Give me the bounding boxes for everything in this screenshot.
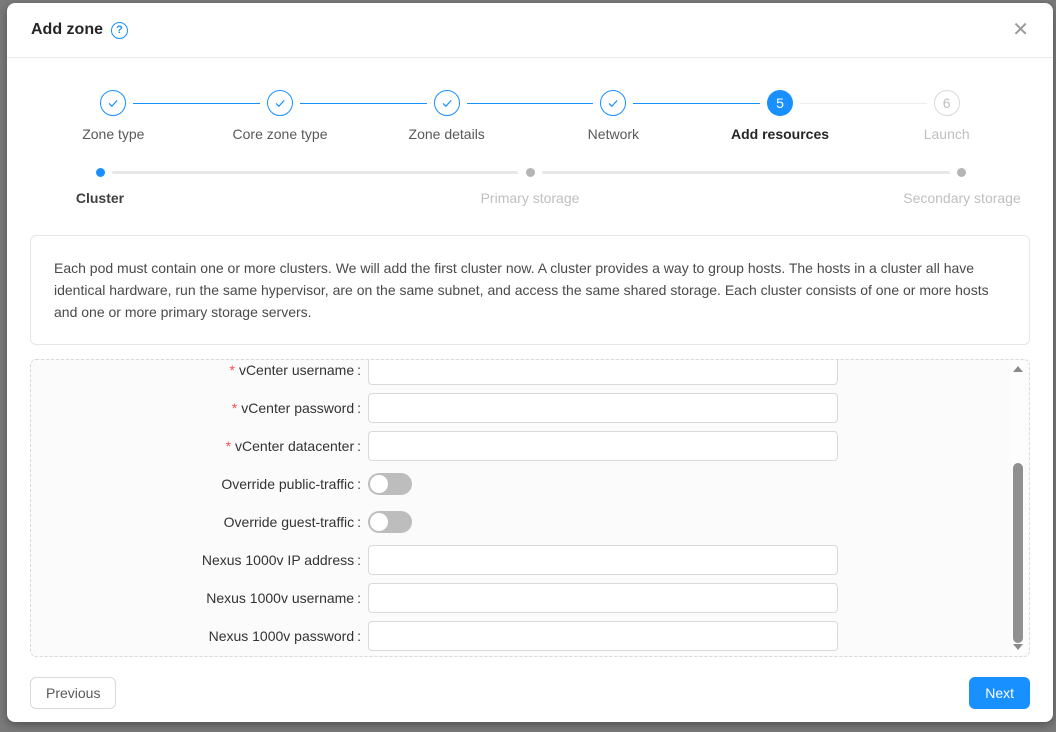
nexus-ip-address-input[interactable] xyxy=(368,545,838,575)
step-label: Add resources xyxy=(697,126,864,142)
add-zone-dialog: Add zone ? ✕ Zone type Core zone type xyxy=(7,3,1053,722)
form-row-nexus-username: Nexus 1000v username: xyxy=(31,583,1029,613)
cluster-info-text: Each pod must contain one or more cluste… xyxy=(54,260,989,320)
wizard-steps: Zone type Core zone type Zone details Ne… xyxy=(30,90,1030,142)
field-label: Nexus 1000v username: xyxy=(31,590,361,606)
nexus-password-input[interactable] xyxy=(368,621,838,651)
step-network[interactable]: Network xyxy=(530,90,697,142)
field-label: *vCenter datacenter: xyxy=(31,438,361,454)
field-label: Override guest-traffic: xyxy=(31,514,361,530)
step-launch[interactable]: 6 Launch xyxy=(863,90,1030,142)
dialog-footer: Previous Next xyxy=(30,677,1030,709)
required-marker: * xyxy=(226,438,231,454)
substep-connector xyxy=(112,171,518,174)
next-button[interactable]: Next xyxy=(969,677,1030,709)
field-label: *vCenter username: xyxy=(31,362,361,378)
step-number: 6 xyxy=(934,90,960,116)
step-label: Zone type xyxy=(30,126,197,142)
field-label: Nexus 1000v password: xyxy=(31,628,361,644)
form-row-nexus-password: Nexus 1000v password: xyxy=(31,621,1029,651)
form-row-vcenter-datacenter: *vCenter datacenter: xyxy=(31,431,1029,461)
check-icon xyxy=(100,90,126,116)
toggle-knob xyxy=(370,513,388,531)
field-label: *vCenter password: xyxy=(31,400,361,416)
resource-substeps: Cluster Primary storage Secondary storag… xyxy=(30,168,1030,210)
field-label: Override public-traffic: xyxy=(31,476,361,492)
step-add-resources[interactable]: 5 Add resources xyxy=(697,90,864,142)
step-core-zone-type[interactable]: Core zone type xyxy=(197,90,364,142)
form-row-override-public-traffic: Override public-traffic: xyxy=(31,469,1029,499)
vcenter-datacenter-input[interactable] xyxy=(368,431,838,461)
required-marker: * xyxy=(229,362,234,378)
step-zone-details[interactable]: Zone details xyxy=(363,90,530,142)
step-label: Launch xyxy=(863,126,1030,142)
substep-label-cluster: Cluster xyxy=(76,190,124,206)
substep-dot-primary-storage xyxy=(526,168,535,177)
form-scrollbar[interactable] xyxy=(1011,361,1025,655)
step-label: Core zone type xyxy=(197,126,364,142)
substep-dot-cluster xyxy=(96,168,105,177)
substep-label-secondary-storage: Secondary storage xyxy=(903,190,1021,206)
nexus-username-input[interactable] xyxy=(368,583,838,613)
form-row-vcenter-password: *vCenter password: xyxy=(31,393,1029,423)
check-icon xyxy=(267,90,293,116)
cluster-info-box: Each pod must contain one or more cluste… xyxy=(30,235,1030,345)
close-icon[interactable]: ✕ xyxy=(1012,20,1029,40)
substep-dot-secondary-storage xyxy=(957,168,966,177)
previous-button[interactable]: Previous xyxy=(30,677,116,709)
check-icon xyxy=(600,90,626,116)
dialog-title: Add zone xyxy=(31,21,103,39)
substep-connector xyxy=(542,171,950,174)
override-public-traffic-toggle[interactable] xyxy=(368,473,412,495)
step-label: Zone details xyxy=(363,126,530,142)
override-guest-traffic-toggle[interactable] xyxy=(368,511,412,533)
toggle-knob xyxy=(370,475,388,493)
substep-label-primary-storage: Primary storage xyxy=(481,190,580,206)
step-label: Network xyxy=(530,126,697,142)
form-row-override-guest-traffic: Override guest-traffic: xyxy=(31,507,1029,537)
dialog-header: Add zone ? ✕ xyxy=(7,3,1053,58)
cluster-form: *vCenter username: *vCenter password: *v… xyxy=(30,359,1030,657)
step-zone-type[interactable]: Zone type xyxy=(30,90,197,142)
scrollbar-thumb[interactable] xyxy=(1013,463,1023,643)
scroll-up-icon[interactable] xyxy=(1013,366,1023,372)
step-number: 5 xyxy=(767,90,793,116)
help-icon[interactable]: ? xyxy=(111,22,128,39)
scroll-down-icon[interactable] xyxy=(1013,644,1023,650)
vcenter-username-input[interactable] xyxy=(368,359,838,385)
form-row-nexus-ip: Nexus 1000v IP address: xyxy=(31,545,1029,575)
check-icon xyxy=(434,90,460,116)
form-row-vcenter-username: *vCenter username: xyxy=(31,359,1029,385)
vcenter-password-input[interactable] xyxy=(368,393,838,423)
required-marker: * xyxy=(232,400,237,416)
field-label: Nexus 1000v IP address: xyxy=(31,552,361,568)
